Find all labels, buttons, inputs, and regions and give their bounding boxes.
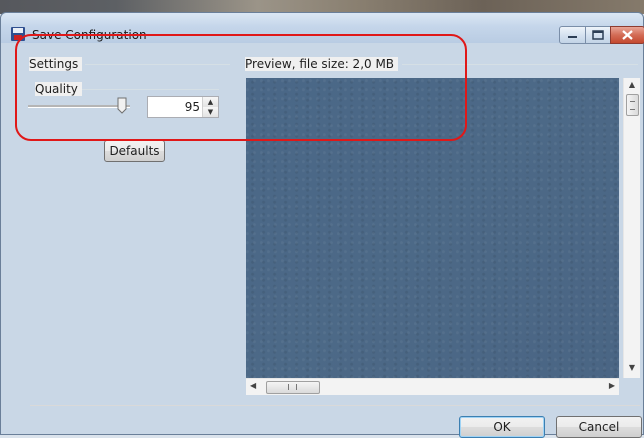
- settings-group-line: [85, 64, 230, 65]
- preview-group-label: Preview, file size: 2,0 MB: [245, 57, 399, 71]
- preview-group-line: [402, 64, 638, 65]
- quality-slider-track[interactable]: [28, 105, 130, 108]
- horizontal-scroll-thumb[interactable]: [266, 381, 320, 394]
- scroll-up-arrow[interactable]: ▲: [624, 80, 640, 92]
- quality-group-line: [82, 89, 219, 90]
- close-icon: [622, 30, 633, 40]
- save-icon: [11, 27, 25, 41]
- minimize-icon: [568, 36, 577, 38]
- quality-slider-thumb[interactable]: [117, 97, 127, 114]
- scroll-down-arrow[interactable]: ▼: [624, 363, 640, 375]
- scroll-right-arrow[interactable]: ▶: [609, 381, 615, 390]
- spin-up-button[interactable]: ▲: [203, 97, 218, 107]
- preview-vertical-scrollbar[interactable]: ▲ ▼: [623, 78, 640, 378]
- defaults-button[interactable]: Defaults: [104, 140, 165, 162]
- scroll-left-arrow[interactable]: ◀: [250, 381, 256, 390]
- preview-image: [246, 78, 619, 378]
- window-title: Save Configuration: [32, 28, 147, 42]
- horizontal-grip-icon: [288, 384, 297, 390]
- quality-value: 95: [184, 100, 200, 114]
- spin-down-button[interactable]: ▼: [203, 107, 218, 117]
- vertical-scroll-thumb[interactable]: [626, 94, 639, 116]
- title-bar[interactable]: Save Configuration: [1, 13, 644, 44]
- footer-separator: [30, 405, 640, 406]
- maximize-icon: [592, 30, 604, 40]
- settings-group-label: Settings: [29, 57, 83, 71]
- quality-label: Quality: [35, 82, 82, 96]
- vertical-grip-icon: [630, 101, 635, 110]
- preview-horizontal-scrollbar[interactable]: ◀ ▶: [246, 378, 619, 395]
- quality-spin-buttons: ▲ ▼: [202, 97, 218, 117]
- close-button[interactable]: [610, 26, 644, 44]
- maximize-button[interactable]: [585, 26, 611, 44]
- minimize-button[interactable]: [559, 26, 586, 44]
- quality-spinbox[interactable]: 95 ▲ ▼: [147, 96, 219, 118]
